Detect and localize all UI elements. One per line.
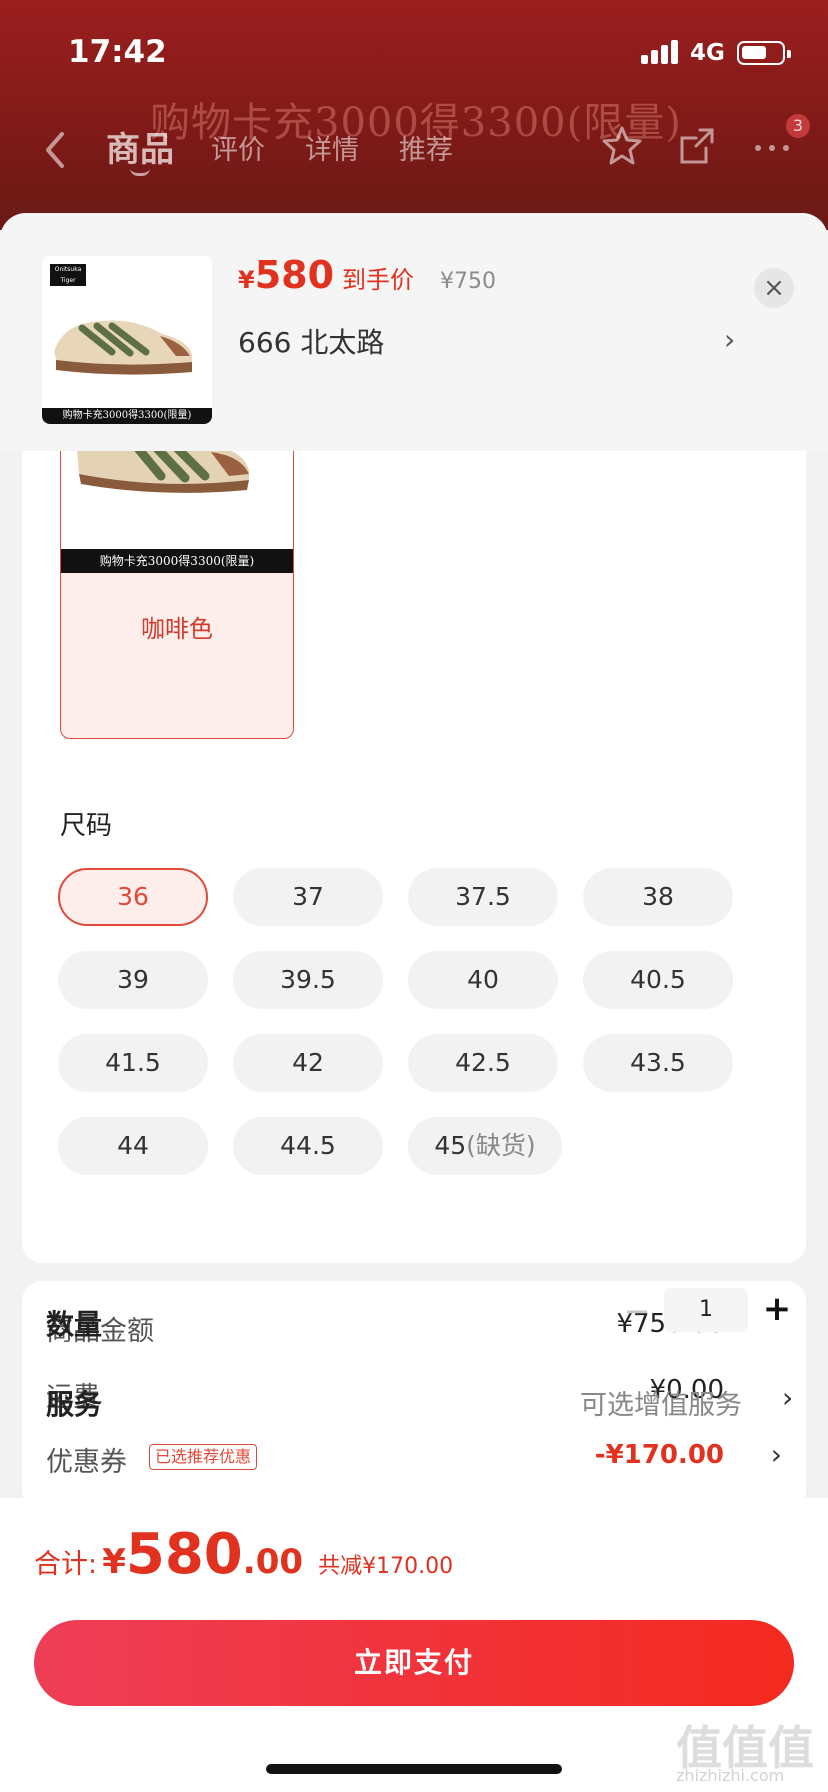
status-time: 17:42 bbox=[68, 34, 167, 70]
out-of-stock-note: (缺货) bbox=[466, 1131, 536, 1160]
selected-variant-text[interactable]: 666 北太路 bbox=[238, 321, 384, 361]
size-option[interactable]: 42 bbox=[233, 1034, 383, 1092]
home-indicator[interactable] bbox=[266, 1764, 562, 1774]
checkout-footer: 合计: ¥580.00 共减¥170.00 立即支付 值值值 zhizhizhi… bbox=[0, 1498, 828, 1792]
size-option[interactable]: 41.5 bbox=[58, 1034, 208, 1092]
size-option[interactable]: 36 bbox=[58, 868, 208, 926]
battery-icon bbox=[737, 41, 791, 65]
total-label: 合计: bbox=[34, 1549, 98, 1580]
size-section-title: 尺码 bbox=[60, 811, 113, 841]
back-icon[interactable] bbox=[40, 130, 70, 170]
size-option[interactable]: 43.5 bbox=[583, 1034, 733, 1092]
color-option-coffee[interactable]: 购物卡充3000得3300(限量) 咖啡色 bbox=[60, 433, 294, 739]
size-option[interactable]: 44.5 bbox=[233, 1117, 383, 1175]
size-option[interactable]: 37.5 bbox=[408, 868, 558, 926]
tab-recommend[interactable]: 推荐 bbox=[399, 128, 453, 167]
thumbnail-caption: 购物卡充3000得3300(限量) bbox=[42, 408, 212, 424]
tab-details[interactable]: 详情 bbox=[305, 128, 359, 167]
signal-strength-icon bbox=[641, 40, 679, 64]
coupon-label: 优惠券 bbox=[46, 1447, 127, 1478]
favorite-star-icon[interactable] bbox=[600, 124, 644, 168]
size-option[interactable]: 40.5 bbox=[583, 951, 733, 1009]
service-selector[interactable]: 可选增值服务 bbox=[580, 1383, 742, 1422]
service-label: 服务 bbox=[46, 1388, 103, 1421]
tab-product[interactable]: 商品 bbox=[106, 122, 174, 171]
size-option[interactable]: 37 bbox=[233, 868, 383, 926]
quantity-increment-button[interactable]: + bbox=[760, 1289, 794, 1329]
active-tab-indicator bbox=[130, 168, 150, 176]
tab-reviews[interactable]: 评价 bbox=[211, 128, 265, 167]
size-option[interactable]: 40 bbox=[408, 951, 558, 1009]
product-summary-header: Onitsuka Tiger 购物卡充3000得3300(限量) ¥580 到手价 ¥… bbox=[0, 213, 828, 451]
size-option-out-of-stock[interactable]: 45(缺货) bbox=[408, 1117, 562, 1175]
coupon-row[interactable]: 优惠券 已选推荐优惠 -¥170.00 › bbox=[46, 1438, 782, 1480]
watermark-url: zhizhizhi.com bbox=[676, 1766, 785, 1785]
size-option[interactable]: 39.5 bbox=[233, 951, 383, 1009]
color-option-image bbox=[61, 434, 293, 549]
shoe-image bbox=[54, 320, 192, 375]
size-option[interactable]: 42.5 bbox=[408, 1034, 558, 1092]
color-option-label: 咖啡色 bbox=[141, 615, 213, 643]
total-currency: ¥ bbox=[102, 1542, 126, 1582]
quantity-label: 数量 bbox=[46, 1308, 103, 1341]
color-option-caption: 购物卡充3000得3300(限量) bbox=[61, 549, 293, 573]
message-badge: 3 bbox=[786, 114, 810, 138]
final-price-tag: 到手价 bbox=[342, 266, 415, 294]
price-line: ¥580 到手价 ¥750 bbox=[238, 253, 496, 297]
size-option[interactable]: 44 bbox=[58, 1117, 208, 1175]
chevron-right-icon[interactable]: › bbox=[782, 1381, 793, 1414]
status-bar: 17:42 4G bbox=[0, 0, 828, 100]
total-line: 合计: ¥580.00 共减¥170.00 bbox=[34, 1522, 453, 1587]
product-thumbnail: Onitsuka Tiger 购物卡充3000得3300(限量) bbox=[42, 256, 212, 424]
coupon-recommended-tag: 已选推荐优惠 bbox=[149, 1444, 258, 1470]
chevron-right-icon[interactable]: › bbox=[724, 323, 735, 356]
product-top-nav: 商品 评价 详情 推荐 bbox=[0, 118, 828, 178]
size-option[interactable]: 39 bbox=[58, 951, 208, 1009]
size-option[interactable]: 38 bbox=[583, 868, 733, 926]
network-type: 4G bbox=[690, 40, 725, 66]
final-price: 580 bbox=[254, 253, 335, 297]
quantity-decrement-button[interactable]: − bbox=[620, 1291, 654, 1331]
original-price: ¥750 bbox=[440, 269, 497, 294]
chevron-right-icon[interactable]: › bbox=[771, 1438, 782, 1471]
price-currency: ¥ bbox=[238, 266, 255, 294]
shoe-image bbox=[75, 434, 249, 493]
total-savings: 共减¥170.00 bbox=[318, 1554, 454, 1579]
quantity-input[interactable]: 1 bbox=[664, 1288, 748, 1332]
pay-now-button[interactable]: 立即支付 bbox=[34, 1620, 794, 1706]
size-option-label: 45 bbox=[434, 1131, 467, 1160]
share-icon[interactable] bbox=[676, 124, 720, 168]
options-card: 购物卡充3000得3300(限量) 咖啡色 尺码 36 37 37.5 38 3… bbox=[22, 393, 806, 1421]
total-amount-decimal: .00 bbox=[242, 1542, 304, 1582]
close-button[interactable]: × bbox=[754, 268, 794, 308]
coupon-value: -¥170.00 bbox=[594, 1440, 724, 1470]
total-amount-integer: 580 bbox=[125, 1522, 243, 1587]
